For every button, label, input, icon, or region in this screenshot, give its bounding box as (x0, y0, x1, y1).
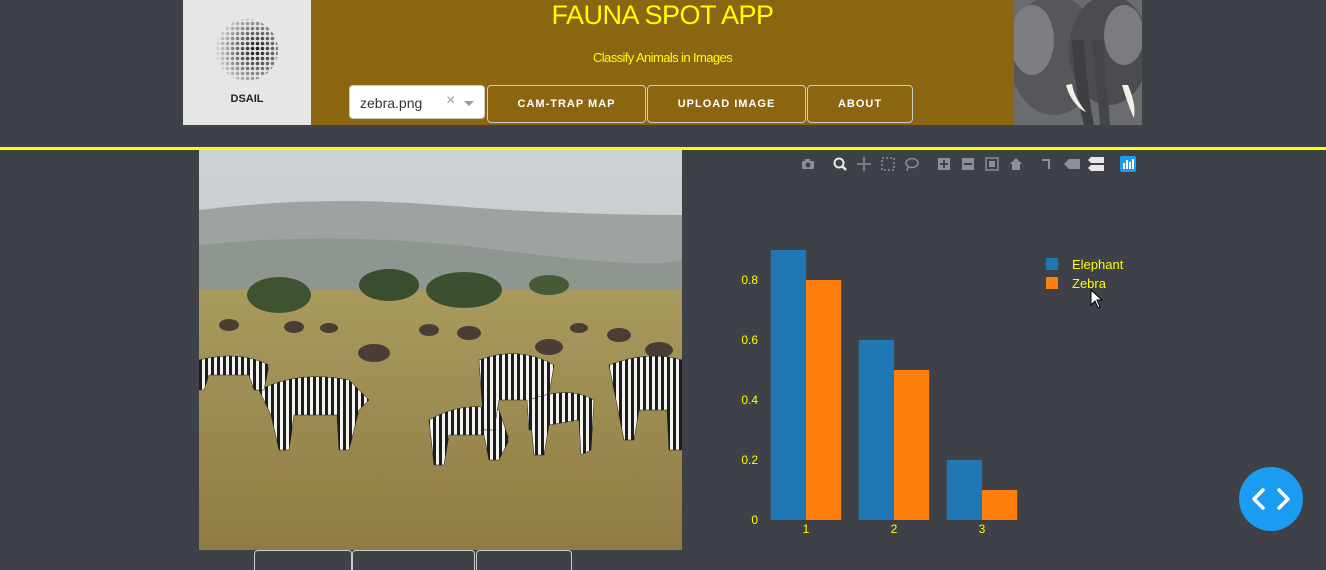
halftone-sphere-icon (216, 19, 278, 81)
app-subtitle: Classify Animals in Images (592, 50, 733, 65)
app-title: FAUNA SPOT APP (551, 0, 774, 30)
bar-elephant-1 (770, 250, 806, 520)
clear-icon[interactable]: × (446, 92, 455, 110)
bar-zebra-3 (982, 490, 1018, 520)
legend-label-zebra: Zebra (1072, 276, 1107, 291)
logo-text: DSAIL (230, 93, 264, 105)
photo-action-button-2[interactable] (352, 550, 475, 570)
elephants-image (1014, 0, 1142, 125)
image-dropdown[interactable]: zebra.png × (349, 85, 485, 119)
bar-zebra-1 (806, 280, 842, 520)
legend-label-elephant: Elephant (1072, 257, 1124, 272)
app-header: DSAIL FAUNA SPOT APP Classify Animals in… (183, 0, 1142, 125)
photo-action-button-3[interactable] (476, 550, 572, 570)
about-button[interactable]: ABOUT (807, 85, 913, 123)
cam-trap-map-button[interactable]: CAM-TRAP MAP (487, 85, 646, 123)
probability-bar-chart: 0 0.2 0.4 0.6 0.8 1 2 3 Elephant Zebra (741, 250, 1124, 536)
chevron-down-icon[interactable] (464, 101, 474, 106)
y-tick-label: 0 (751, 513, 758, 527)
legend-swatch-zebra (1046, 277, 1058, 289)
zebra-photo (199, 150, 682, 550)
image-dropdown-value: zebra.png (360, 95, 423, 111)
code-icon (1252, 488, 1290, 510)
y-tick-label: 0.6 (741, 333, 758, 347)
photo-action-button-1[interactable] (254, 550, 352, 570)
mouse-cursor-icon (1090, 288, 1104, 309)
upload-image-button[interactable]: UPLOAD IMAGE (647, 85, 806, 123)
bar-elephant-3 (946, 460, 982, 520)
y-tick-label: 0.8 (741, 273, 758, 287)
x-tick-label: 1 (803, 522, 810, 536)
x-tick-label: 2 (891, 522, 898, 536)
dev-tools-button[interactable] (1239, 467, 1303, 531)
y-tick-label: 0.2 (741, 453, 758, 467)
bar-elephant-2 (858, 340, 894, 520)
x-tick-label: 3 (979, 522, 986, 536)
legend-swatch-elephant (1046, 258, 1058, 270)
dsail-logo: DSAIL (183, 0, 311, 125)
bar-zebra-2 (894, 370, 930, 520)
y-tick-label: 0.4 (741, 393, 758, 407)
